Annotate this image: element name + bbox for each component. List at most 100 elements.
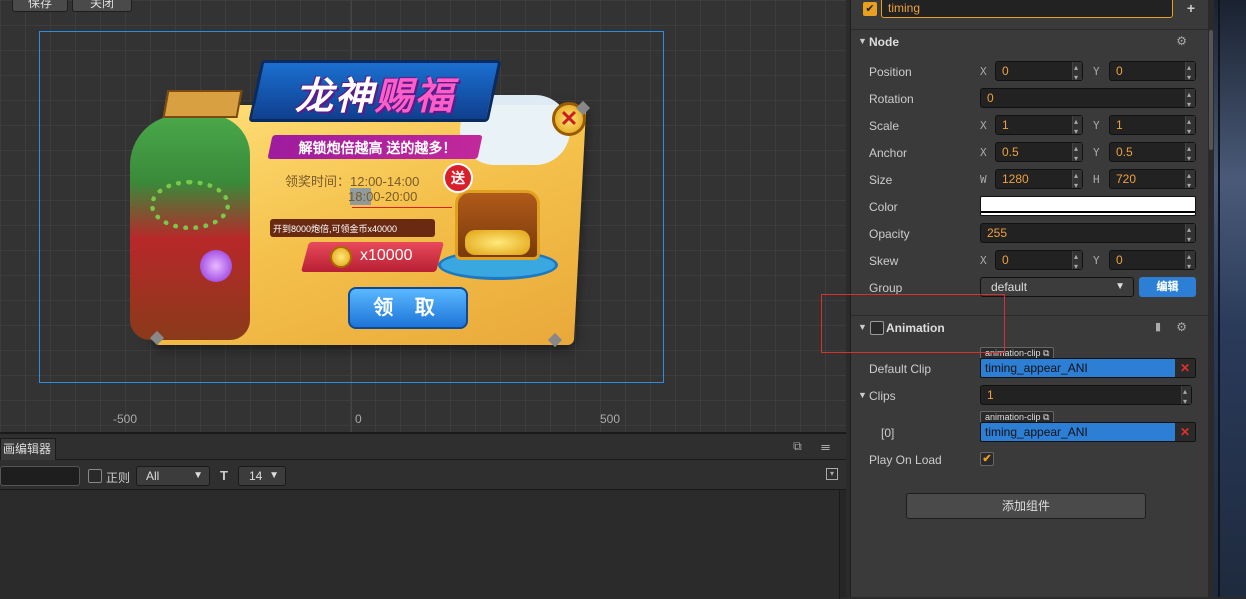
filter-select[interactable]: All ▼ <box>136 466 210 486</box>
expand-arrow-icon[interactable]: ▼ <box>858 390 867 400</box>
color-label: Color <box>869 200 898 214</box>
play-on-load-checkbox[interactable]: ✔ <box>980 452 994 466</box>
rotation-label: Rotation <box>869 92 914 106</box>
spinner-icon[interactable] <box>1072 59 1082 87</box>
claim-button[interactable]: 领 取 <box>348 287 468 329</box>
spinner-icon[interactable] <box>1072 113 1082 141</box>
size-w-value: 1280 <box>1002 172 1029 186</box>
opacity-row: Opacity 255 <box>851 221 1209 249</box>
spinner-icon[interactable] <box>1185 167 1195 195</box>
spinner-icon[interactable] <box>1185 113 1195 141</box>
panel-menu-icon[interactable]: ⧉ ☰ <box>793 439 838 454</box>
close-button[interactable]: 关闭 <box>72 0 132 12</box>
node-active-checkbox[interactable]: ✔ <box>863 2 877 16</box>
size-label: Size <box>869 173 893 187</box>
opacity-input[interactable]: 255 <box>980 221 1196 249</box>
clip-0-value: timing_appear_ANI <box>985 425 1088 439</box>
claim-time-label: 领奖时间：12:00-14:00 <box>285 174 420 189</box>
gift-badge: 送 <box>443 163 473 193</box>
clips-count-value: 1 <box>987 388 994 402</box>
asset-type-label: animation-clip <box>985 412 1041 422</box>
anchor-x-input[interactable]: 0.5 <box>995 140 1083 168</box>
position-label: Position <box>869 65 912 79</box>
position-x-input[interactable]: 0 <box>995 59 1083 87</box>
anchor-row: Anchor X 0.5 Y 0.5 <box>851 140 1209 168</box>
search-input[interactable] <box>0 466 80 486</box>
color-row: Color <box>851 194 1209 221</box>
add-component-button[interactable]: 添加组件 <box>906 493 1146 519</box>
book-icon[interactable]: ▮ <box>1155 320 1161 333</box>
scale-x-value: 1 <box>1002 118 1009 132</box>
skew-y-input[interactable]: 0 <box>1109 248 1196 276</box>
unlock-text: 开到8000炮倍,可领金币x40000 <box>273 224 398 234</box>
gold-pile-icon <box>465 230 530 255</box>
node-section-title: Node <box>869 35 899 49</box>
spinner-icon[interactable] <box>1181 383 1191 411</box>
animation-timeline-area[interactable] <box>0 490 840 599</box>
anchor-y-input[interactable]: 0.5 <box>1109 140 1196 168</box>
size-w-input[interactable]: 1280 <box>995 167 1083 195</box>
default-clip-label: Default Clip <box>869 362 932 376</box>
spinner-icon[interactable] <box>1185 248 1195 276</box>
font-size-select[interactable]: 14 ▼ <box>238 466 286 486</box>
tab-animation-editor[interactable]: 画编辑器 <box>0 438 56 460</box>
clips-row: ▼ Clips 1 <box>851 383 1209 411</box>
position-row: Position X 0 Y 0 <box>851 59 1209 87</box>
w-label: W <box>980 173 987 186</box>
clip-0-field[interactable]: timing_appear_ANI ✕ <box>980 422 1196 442</box>
group-value: default <box>991 280 1028 294</box>
spinner-icon[interactable] <box>1185 59 1195 87</box>
spinner-icon[interactable] <box>1185 86 1195 114</box>
spinner-icon[interactable] <box>1185 221 1195 249</box>
dragon-hat <box>162 90 243 118</box>
spinner-icon[interactable] <box>1072 248 1082 276</box>
axis-label-neg500: -500 <box>113 412 138 426</box>
scene-view[interactable]: 保存 关闭 龙神赐福 解锁炮倍越高 送的越多！ 领奖时间：12:00-14:00… <box>0 0 846 432</box>
clip-0-row: [0] animation-clip ⧉ timing_appear_ANI ✕ <box>851 411 1209 447</box>
chevron-down-icon: ▼ <box>1115 281 1125 292</box>
spinner-icon[interactable] <box>1072 167 1082 195</box>
scrollbar-thumb[interactable] <box>1209 30 1213 150</box>
skew-x-input[interactable]: 0 <box>995 248 1083 276</box>
opacity-value: 255 <box>987 226 1008 240</box>
y-label: Y <box>1093 146 1100 159</box>
desktop-background <box>1214 0 1246 597</box>
skew-row: Skew X 0 Y 0 <box>851 248 1209 276</box>
position-y-input[interactable]: 0 <box>1109 59 1196 87</box>
animation-editor-panel: 画编辑器 ⧉ ☰ 正则 All ▼ T 14 ▼ ▾ <box>0 432 846 599</box>
node-section-header[interactable]: ▼ Node ⚙ <box>851 29 1209 53</box>
x-label: X <box>980 146 987 159</box>
gear-icon[interactable]: ⚙ <box>1176 34 1187 48</box>
default-clip-field[interactable]: timing_appear_ANI ✕ <box>980 358 1196 378</box>
add-icon[interactable]: + <box>1187 0 1195 16</box>
spinner-icon[interactable] <box>1072 140 1082 168</box>
dragon-beads <box>150 180 230 230</box>
color-swatch[interactable] <box>980 196 1196 216</box>
font-size-value: 14 <box>249 469 263 483</box>
x-label: X <box>980 119 987 132</box>
node-name-input[interactable]: timing <box>881 0 1173 18</box>
spinner-icon[interactable] <box>1185 140 1195 168</box>
title-part2: 赐福 <box>375 76 456 118</box>
position-y-value: 0 <box>1116 64 1123 78</box>
timing-node-popup[interactable]: 龙神赐福 解锁炮倍越高 送的越多！ 领奖时间：12:00-14:00 18:00… <box>120 55 600 355</box>
play-on-load-row: Play On Load ✔ <box>851 447 1209 474</box>
scale-row: Scale X 1 Y 1 <box>851 113 1209 141</box>
clips-count-input[interactable]: 1 <box>980 383 1192 411</box>
regex-checkbox[interactable] <box>88 469 102 483</box>
close-icon[interactable]: ✕ <box>1175 423 1195 441</box>
opacity-label: Opacity <box>869 227 910 241</box>
regex-label: 正则 <box>106 471 131 485</box>
rotation-row: Rotation 0 <box>851 86 1209 114</box>
size-h-input[interactable]: 720 <box>1109 167 1196 195</box>
scale-y-input[interactable]: 1 <box>1109 113 1196 141</box>
rotation-input[interactable]: 0 <box>980 86 1196 114</box>
anchor-x-value: 0.5 <box>1002 145 1019 159</box>
close-icon[interactable]: ✕ <box>1175 359 1195 377</box>
collapse-icon[interactable]: ▾ <box>826 468 838 480</box>
gear-icon[interactable]: ⚙ <box>1176 320 1187 334</box>
group-edit-button[interactable]: 编辑 <box>1139 277 1196 297</box>
scale-x-input[interactable]: 1 <box>995 113 1083 141</box>
save-button[interactable]: 保存 <box>12 0 68 12</box>
font-size-icon: T <box>220 468 228 483</box>
